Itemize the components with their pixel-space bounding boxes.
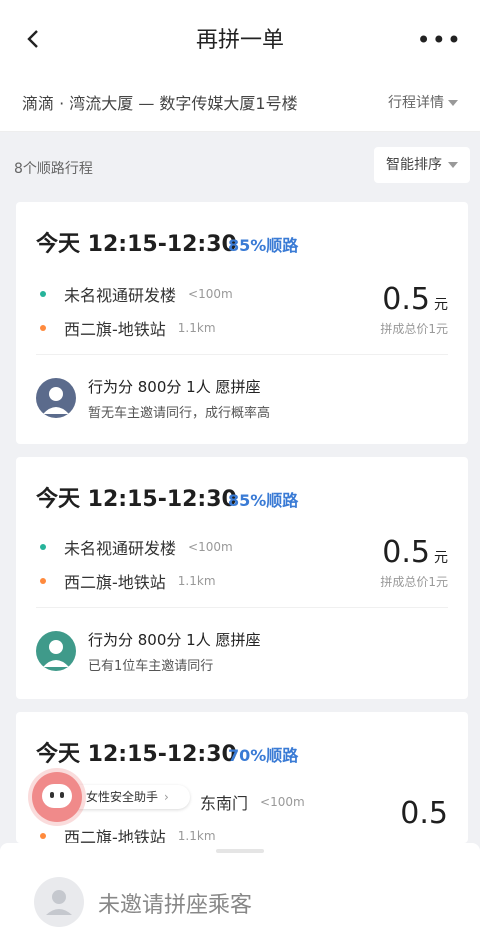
user-icon [46,890,72,915]
trip-card[interactable]: 今天 12:15-12:30 85%顺路 未名视通研发楼 <100m 西二旗-地… [16,457,468,699]
price-value: 0.5 [382,282,430,317]
avatar [36,378,76,418]
pickup-dot-icon [40,544,46,550]
total-price: 拼成总价1元 [380,322,448,336]
pickup-name: 东南门 [200,794,249,813]
dropoff-stop: 西二旗-地铁站 1.1km [40,569,216,593]
eye-icon [50,792,54,798]
pickup-distance: <100m [260,795,305,809]
driver-status: 已有1位车主邀请同行 [88,659,214,674]
more-button[interactable]: ••• [417,26,462,54]
invite-passenger-label: 未邀请拼座乘客 [98,893,253,918]
dropoff-distance: 1.1km [177,574,216,588]
divider [36,354,448,355]
price-unit: 元 [434,550,448,566]
safety-assistant[interactable]: 女性安全助手 › [26,772,202,822]
dropoff-dot-icon [40,833,46,839]
pickup-dot-icon [40,291,46,297]
passenger-avatar [34,877,84,927]
route-detail-label: 行程详情 [388,95,444,111]
more-icon: ••• [416,26,462,54]
chevron-right-icon: › [164,790,169,804]
pickup-name: 未名视通研发楼 [64,286,177,305]
route-detail-button[interactable]: 行程详情 [388,92,458,112]
price: 0.5 [400,796,448,831]
page-title: 再拼一单 [195,28,284,53]
caret-down-icon [448,162,458,168]
driver-info: 行为分 800分 1人 愿拼座 [88,631,261,649]
price-unit: 元 [434,297,448,313]
dropoff-dot-icon [40,325,46,331]
trip-card[interactable]: 今天 12:15-12:30 85%顺路 未名视通研发楼 <100m 西二旗-地… [16,202,468,444]
price: 0.5 元 [382,282,448,317]
match-percent: 85%顺路 [228,491,299,510]
drag-handle[interactable] [216,849,264,853]
sort-label: 智能排序 [386,157,442,173]
trip-time: 今天 12:15-12:30 [36,232,237,257]
user-icon [36,378,76,418]
pickup-stop: 未名视通研发楼 <100m [40,282,233,306]
caret-down-icon [448,100,458,106]
price: 0.5 元 [382,535,448,570]
dropoff-dot-icon [40,578,46,584]
sort-dropdown[interactable]: 智能排序 [374,147,470,183]
top-bar: 再拼一单 ••• [0,0,480,80]
pickup-stop: 东南门 <100m [200,790,305,814]
pickup-distance: <100m [188,540,233,554]
route-summary: 滴滴 · 湾流大厦 — 数字传媒大厦1号楼 [22,94,298,113]
divider [36,607,448,608]
dropoff-name: 西二旗-地铁站 [64,573,166,592]
match-percent: 85%顺路 [228,236,299,255]
eye-icon [60,792,64,798]
pickup-stop: 未名视通研发楼 <100m [40,535,233,559]
dropoff-name: 西二旗-地铁站 [64,320,166,339]
dropoff-distance: 1.1km [177,321,216,335]
match-percent: 70%顺路 [228,746,299,765]
list-header: 8个顺路行程 智能排序 [0,132,480,196]
price-value: 0.5 [382,535,430,570]
avatar [36,631,76,671]
total-price: 拼成总价1元 [380,575,448,589]
user-icon [36,631,76,671]
driver-status-text: 暂无车主邀请同行 [88,406,193,421]
mascot-face-icon [42,784,72,808]
dropoff-distance: 1.1km [177,829,216,843]
safety-assistant-label: 女性安全助手 [86,790,159,804]
bottom-sheet[interactable]: 未邀请拼座乘客 [0,843,480,929]
price-value: 0.5 [400,796,448,831]
route-bar: 滴滴 · 湾流大厦 — 数字传媒大厦1号楼 行程详情 [0,80,480,132]
driver-status-note: ，成行概率高 [192,406,271,421]
pickup-name: 未名视通研发楼 [64,539,177,558]
dropoff-stop: 西二旗-地铁站 1.1km [40,316,216,340]
safety-logo-icon[interactable] [32,772,82,822]
pickup-distance: <100m [188,287,233,301]
trip-count: 8个顺路行程 [14,161,93,177]
driver-status: 暂无车主邀请同行，成行概率高 [88,402,270,421]
trip-time: 今天 12:15-12:30 [36,487,237,512]
trip-time: 今天 12:15-12:30 [36,742,237,767]
driver-info: 行为分 800分 1人 愿拼座 [88,378,261,396]
